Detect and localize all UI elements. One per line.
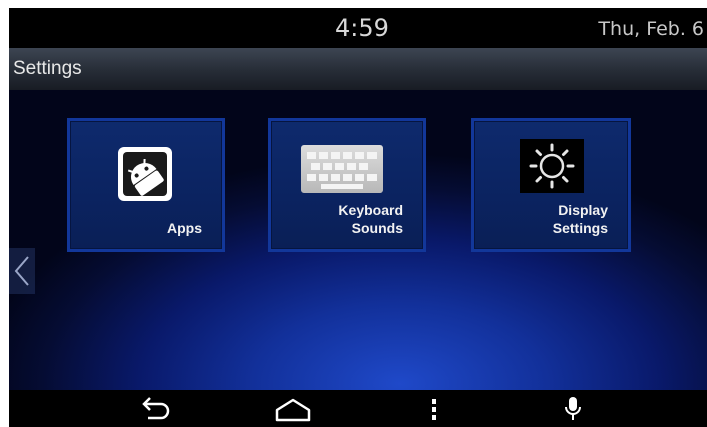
apps-tile[interactable]: Apps <box>67 118 225 252</box>
screen: 4:59 Thu, Feb. 6 Settings Apps Keyboard … <box>9 8 707 427</box>
back-icon <box>142 397 170 420</box>
menu-icon <box>432 399 436 420</box>
microphone-icon <box>565 397 581 420</box>
nav-home-button[interactable] <box>273 392 313 426</box>
nav-menu-button[interactable] <box>414 392 454 426</box>
title-bar: Settings <box>9 48 707 90</box>
chevron-left-icon <box>14 256 29 286</box>
display-settings-tile[interactable]: Display Settings <box>471 118 631 252</box>
status-bar: 4:59 Thu, Feb. 6 <box>9 8 707 46</box>
display-settings-tile-label: Display Settings <box>552 202 608 236</box>
android-apps-icon <box>118 147 172 201</box>
apps-tile-label: Apps <box>167 220 202 236</box>
home-icon <box>275 398 311 422</box>
date: Thu, Feb. 6 <box>598 18 704 40</box>
keyboard-sounds-tile[interactable]: Keyboard Sounds <box>268 118 426 252</box>
nav-voice-button[interactable] <box>553 392 593 426</box>
settings-panel: Apps Keyboard Sounds Display Settings <box>9 90 707 390</box>
page-left-button[interactable] <box>9 248 35 294</box>
keyboard-icon <box>301 145 383 193</box>
brightness-icon <box>520 139 584 193</box>
page-title: Settings <box>13 58 82 79</box>
clock: 4:59 <box>335 14 389 42</box>
nav-back-button[interactable] <box>136 392 176 426</box>
navigation-bar <box>9 390 707 427</box>
keyboard-sounds-tile-label: Keyboard Sounds <box>338 202 403 236</box>
